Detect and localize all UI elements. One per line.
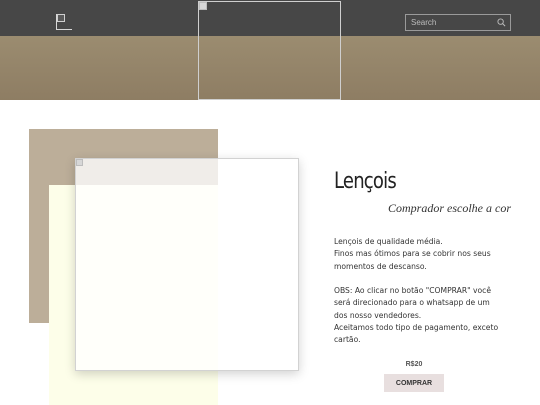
product-subtitle: Comprador escolhe a cor xyxy=(388,201,511,215)
product-description: Lençois de qualidade média. Finos mas ót… xyxy=(334,236,519,347)
logo-image-placeholder[interactable] xyxy=(56,14,72,30)
product-title: Lençois xyxy=(334,169,397,194)
buy-button[interactable]: COMPRAR xyxy=(384,374,444,392)
search-box xyxy=(405,14,511,31)
description-line: Finos mas ótimos para se cobrir nos seus xyxy=(334,249,491,259)
broken-image-icon xyxy=(199,2,207,10)
product-image-placeholder xyxy=(75,158,299,371)
description-line: será direcionado para o whatsapp de um xyxy=(334,298,490,308)
description-line: momentos de descanso. xyxy=(334,261,427,271)
description-line: OBS: Ao clicar no botão "COMPRAR" você xyxy=(334,286,491,296)
description-line: Aceitamos todo tipo de pagamento, exceto xyxy=(334,323,499,333)
description-line: cartão. xyxy=(334,335,361,345)
banner-image-placeholder xyxy=(198,1,341,100)
product-price: R$20 xyxy=(405,361,423,368)
broken-image-icon xyxy=(76,159,83,166)
description-line: Lençois de qualidade média. xyxy=(334,237,443,246)
description-line: dos nosso vendedores. xyxy=(334,310,422,320)
search-input[interactable] xyxy=(406,15,494,30)
search-icon[interactable] xyxy=(497,18,506,27)
